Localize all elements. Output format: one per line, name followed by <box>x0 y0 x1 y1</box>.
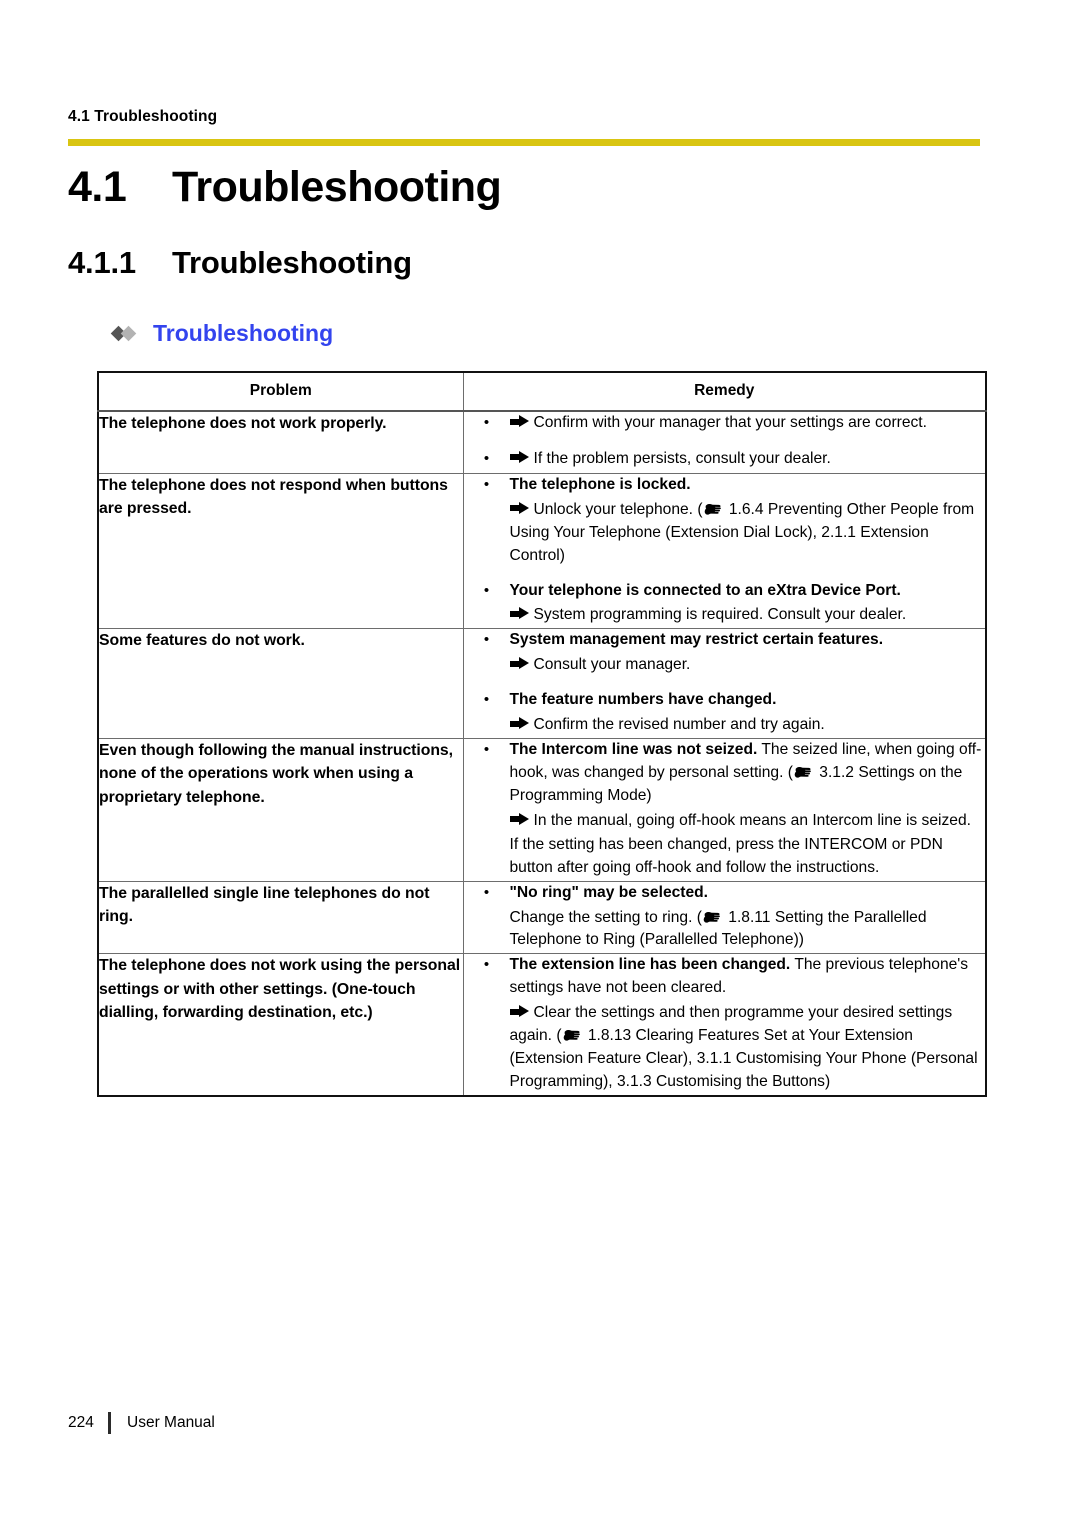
bullet-icon: • <box>483 631 490 649</box>
remedy-action: In the manual, going off-hook means an I… <box>464 810 986 833</box>
table-row: Even though following the manual instruc… <box>97 738 987 882</box>
remedy-lead: The telephone is locked. <box>509 475 691 493</box>
right-arrow-icon <box>509 450 529 464</box>
bullet-icon: • <box>483 956 490 974</box>
remedy-bullet-item: • Confirm with your manager that your set… <box>464 412 986 435</box>
table-row: Some features do not work. • System manage… <box>97 628 987 740</box>
remedy-bullet-item: • Your telephone is connected to an eXtra… <box>464 580 986 603</box>
remedy-cell: • Confirm with your manager that your set… <box>462 410 987 474</box>
remedy-action: Unlock your telephone. ( 1.6.4 Preventin… <box>509 500 975 564</box>
remedy-lead: The Intercom line was not seized. <box>509 741 758 759</box>
right-arrow-icon <box>509 501 529 515</box>
h1-title: Troubleshooting <box>172 163 502 211</box>
remedy-bullet-item: • The telephone is locked. <box>464 474 986 497</box>
problem-cell: The parallelled single line telephones d… <box>97 880 464 955</box>
remedy-text: Confirm with your manager that your sett… <box>509 412 986 435</box>
remedy-text: "No ring" may be selected. <box>510 882 986 905</box>
remedy-note: Change the setting to ring. ( 1.8.11 Set… <box>509 908 927 949</box>
pointing-hand-reference-icon <box>703 910 722 924</box>
remedy-text: The extension line has been changed. The… <box>509 956 969 997</box>
remedy-lead: The extension line has been changed. <box>509 956 791 974</box>
pointing-hand-reference-icon <box>704 502 723 516</box>
right-arrow-icon <box>509 1005 529 1018</box>
bullet-icon: • <box>483 414 490 431</box>
footer-label: User Manual <box>127 1414 215 1431</box>
table-body: The telephone does not work properly. • Co… <box>97 410 987 1097</box>
pointing-hand-reference-icon <box>563 1028 582 1042</box>
topic-heading: Troubleshooting <box>110 320 334 347</box>
right-arrow-icon <box>509 812 529 826</box>
table-row: The parallelled single line telephones d… <box>97 880 987 955</box>
remedy-text: If the problem persists, consult your de… <box>509 448 986 471</box>
page-title: 4.1 Troubleshooting <box>68 163 502 212</box>
table-row: The telephone does not respond when butt… <box>97 472 987 630</box>
remedy-bullet-item: • The Intercom line was not seized. The s… <box>464 739 986 808</box>
remedy-action: Confirm the revised number and try again… <box>464 714 986 737</box>
problem-cell: Even though following the manual instruc… <box>97 738 464 882</box>
table-row: The telephone does not work using the pe… <box>97 953 987 1097</box>
remedy-bullet-item: • The feature numbers have changed. <box>464 689 986 712</box>
remedy-bullet-item: • The extension line has been changed. Th… <box>464 954 986 1000</box>
bullet-icon: • <box>483 475 490 493</box>
problem-cell: The telephone does not work properly. <box>97 410 464 474</box>
problem-cell: The telephone does not respond when butt… <box>97 472 464 630</box>
remedy-bullet-item: • If the problem persists, consult your d… <box>464 448 986 471</box>
remedy-action: Consult your manager. <box>464 654 986 677</box>
remedy-action: Clear the settings and then programme yo… <box>509 1004 978 1090</box>
right-arrow-icon <box>509 657 529 670</box>
remedy-text: Your telephone is connected to an eXtra … <box>510 580 986 603</box>
right-arrow-icon <box>509 415 529 428</box>
h2-number: 4.1.1 <box>68 245 136 280</box>
remedy-bullet-item: • System management may restrict certain … <box>464 629 986 652</box>
header-rule <box>68 139 980 146</box>
right-arrow-icon <box>509 717 529 730</box>
bullet-icon: • <box>483 449 490 467</box>
subsection-title: 4.1.1 Troubleshooting <box>68 245 412 281</box>
remedy-cell: • System management may restrict certain … <box>462 628 987 740</box>
h1-number: 4.1 <box>68 163 127 211</box>
remedy-text: The feature numbers have changed. <box>510 689 986 712</box>
remedy-lead: "No ring" may be selected. <box>509 883 709 901</box>
problem-cell: Some features do not work. <box>97 628 464 740</box>
remedy-note: If the setting has been changed, press t… <box>509 835 943 876</box>
diamond-bullet-icon <box>110 325 143 342</box>
h2-title: Troubleshooting <box>172 245 412 280</box>
document-page: 4.1 Troubleshooting 4.1 Troubleshooting 4… <box>0 0 1080 1528</box>
remedy-cell: • The telephone is locked. Unlock your tel… <box>462 472 987 630</box>
bullet-icon: • <box>483 741 490 759</box>
remedy-lead: Your telephone is connected to an eXtra … <box>509 581 901 599</box>
troubleshooting-table-wrapper: Problem Remedy The telephone does not wo… <box>97 371 987 1097</box>
table-header-row: Problem Remedy <box>97 371 987 412</box>
topic-heading-label: Troubleshooting <box>153 320 334 346</box>
table-row: The telephone does not work properly. • Co… <box>97 410 987 474</box>
remedy-text: The Intercom line was not seized. The se… <box>509 741 982 804</box>
remedy-cell: • The Intercom line was not seized. The s… <box>462 738 987 882</box>
footer-divider <box>108 1412 111 1434</box>
remedy-lead: System management may restrict certain f… <box>509 631 884 649</box>
remedy-cell: • The extension line has been changed. Th… <box>462 953 987 1097</box>
remedy-action: System programming is required. Consult … <box>464 604 986 627</box>
right-arrow-icon <box>509 607 529 620</box>
column-header-remedy: Remedy <box>462 371 987 412</box>
troubleshooting-table: Problem Remedy The telephone does not wo… <box>97 371 987 1097</box>
remedy-text: System management may restrict certain f… <box>510 629 986 652</box>
remedy-lead: The feature numbers have changed. <box>509 691 777 709</box>
bullet-icon: • <box>483 883 490 901</box>
column-header-problem: Problem <box>97 371 464 412</box>
problem-cell: The telephone does not work using the pe… <box>97 953 464 1097</box>
remedy-bullet-item: • "No ring" may be selected. <box>464 882 986 905</box>
remedy-cell: • "No ring" may be selected. Change the se… <box>462 880 987 955</box>
pointing-hand-reference-icon <box>794 765 813 779</box>
page-footer: 224 User Manual <box>68 1412 215 1434</box>
page-number: 224 <box>68 1414 94 1431</box>
remedy-text: The telephone is locked. <box>510 474 986 497</box>
bullet-icon: • <box>483 581 490 599</box>
running-header: 4.1 Troubleshooting <box>68 108 218 125</box>
bullet-icon: • <box>483 691 490 709</box>
